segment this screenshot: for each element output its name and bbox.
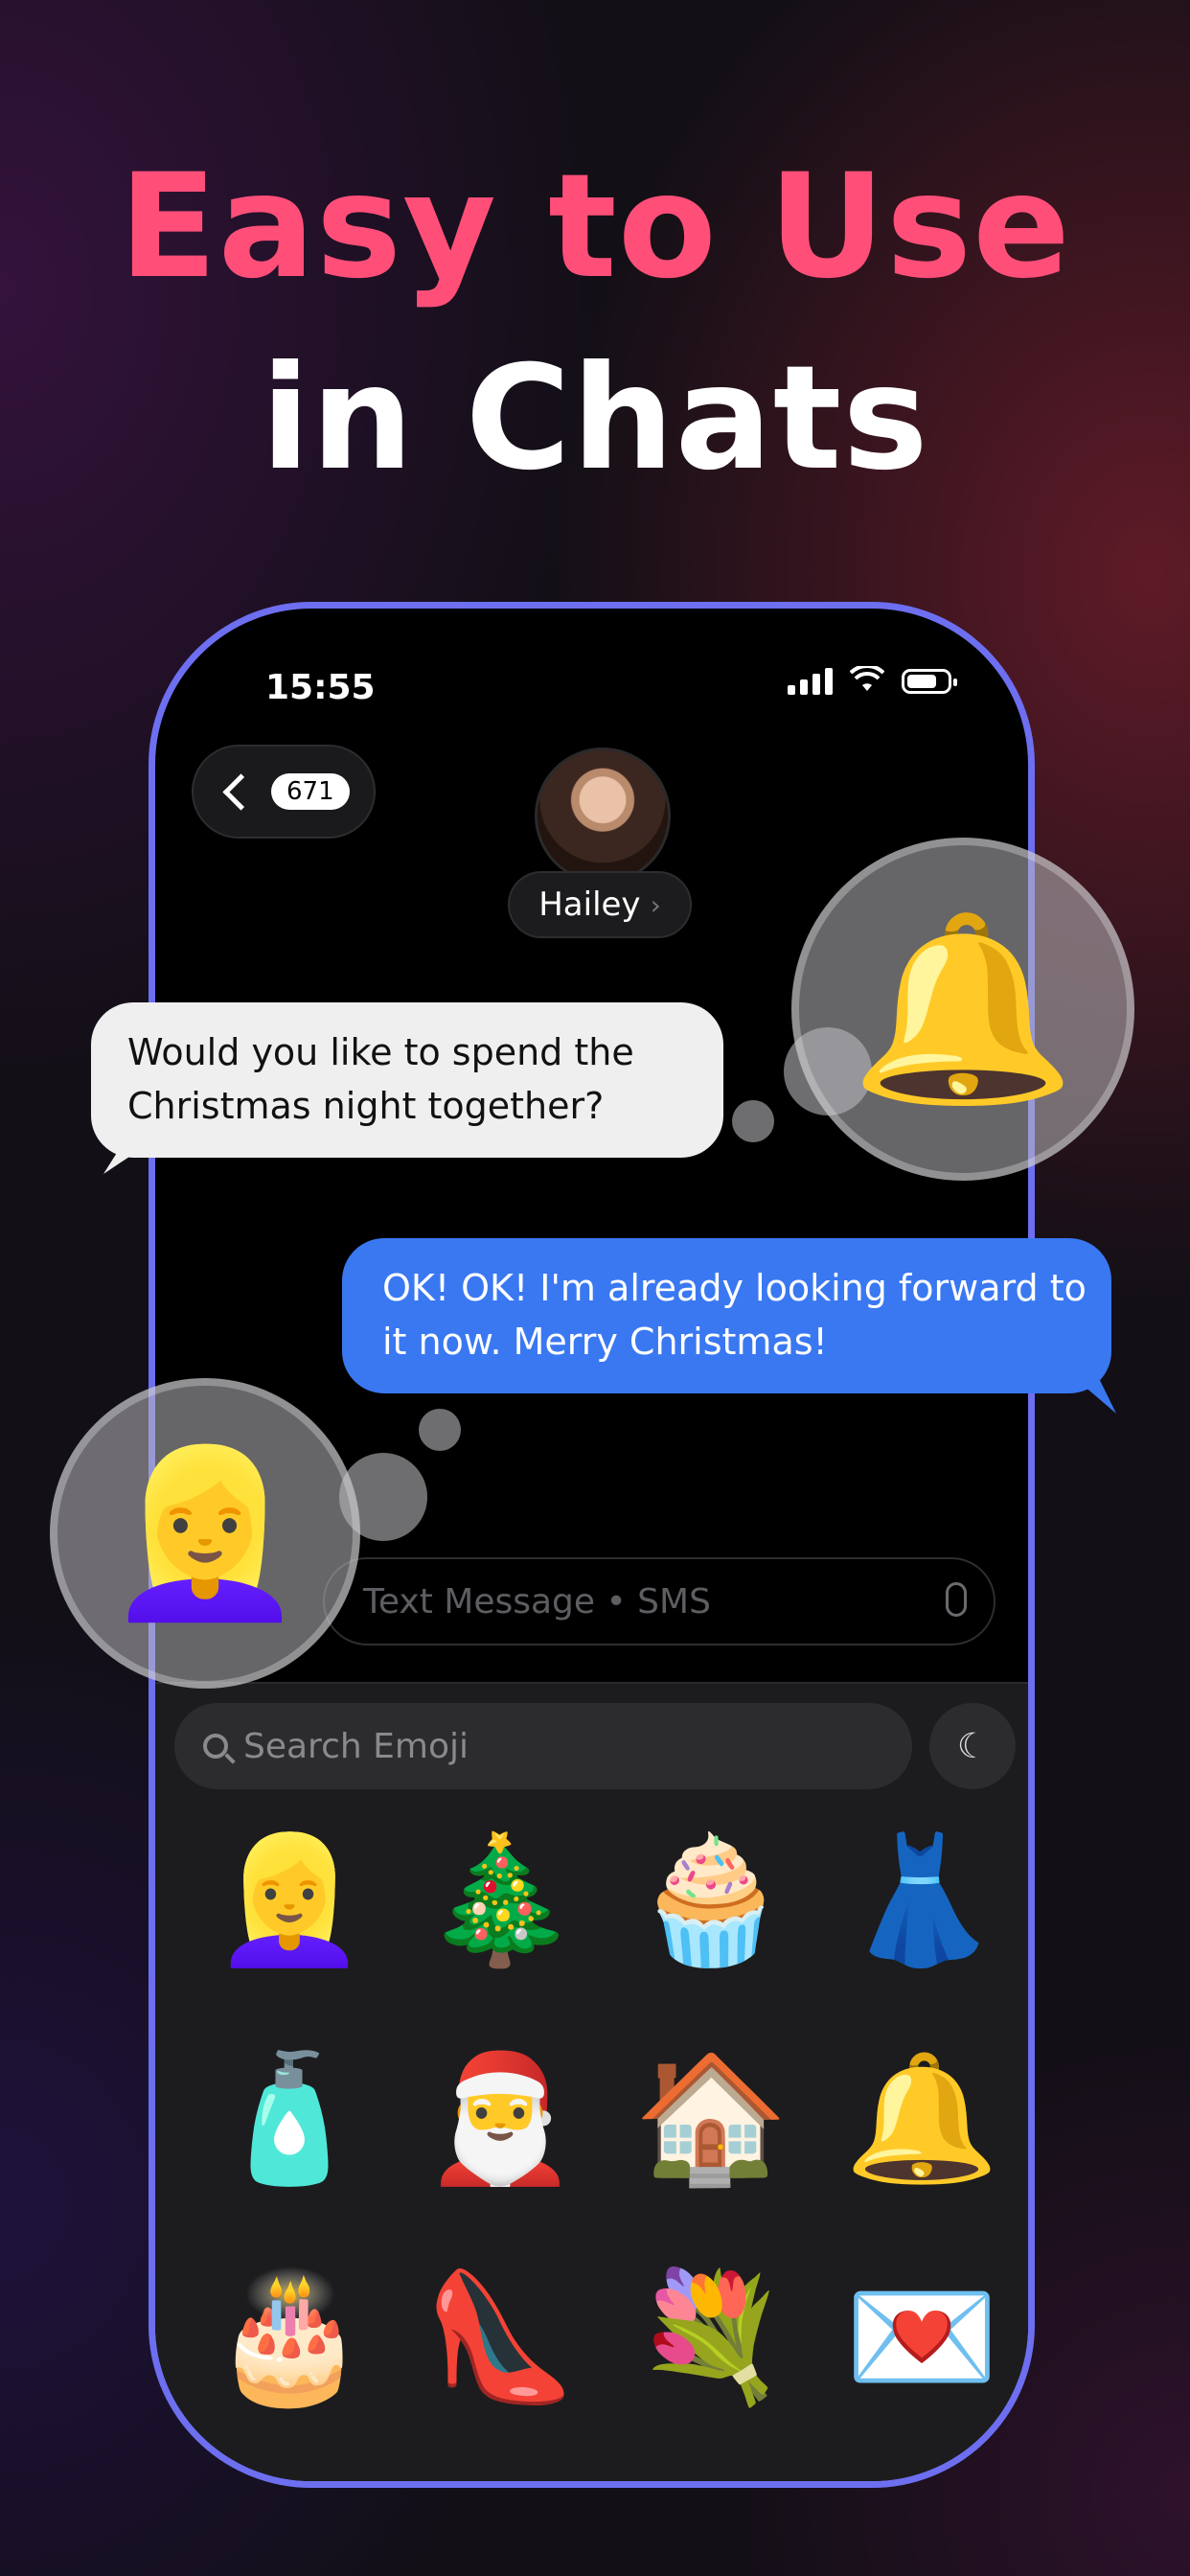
santa-girl-sticker: 👱‍♀️ <box>103 1438 307 1628</box>
outgoing-message-bubble: OK! OK! I'm already looking forward to i… <box>342 1238 1111 1393</box>
thought-bubble-santa-girl: 👱‍♀️ <box>50 1378 360 1689</box>
thought-bubble-bells: 🔔 <box>791 838 1134 1181</box>
sticker-item[interactable]: 🏠 <box>615 2032 807 2204</box>
search-emoji-placeholder: Search Emoji <box>243 1726 469 1766</box>
sticker-item[interactable]: 👗 <box>826 1813 1018 1986</box>
sticker-item[interactable]: 👠 <box>404 2250 596 2423</box>
wifi-icon <box>849 663 885 697</box>
status-icons <box>788 663 957 697</box>
sticker-item[interactable]: 🎄 <box>404 1813 596 1986</box>
thought-dot <box>732 1100 774 1142</box>
status-time: 15:55 <box>265 668 376 707</box>
sticker-item[interactable]: 🧴 <box>194 2032 385 2204</box>
sticker-item[interactable]: 🔔 <box>826 2032 1018 2204</box>
headline-line-2: in Chats <box>261 335 929 502</box>
sticker-item[interactable]: 🎅 <box>404 2032 596 2204</box>
sticker-icon: ☾ <box>956 1726 989 1766</box>
search-emoji-input[interactable]: Search Emoji <box>174 1703 912 1789</box>
unread-count-badge: 671 <box>271 773 350 810</box>
sticker-item[interactable]: 🎂 <box>194 2250 385 2423</box>
emoji-panel: Search Emoji ☾ 👱‍♀️ 🎄 🧁 👗 🧴 🎅 🏠 🔔 🎂 👠 💐 … <box>155 1682 1028 2481</box>
sticker-item[interactable]: 👱‍♀️ <box>194 1813 385 1986</box>
chevron-left-icon <box>222 772 260 811</box>
add-sticker-button[interactable]: ☾ <box>929 1703 1016 1789</box>
incoming-message-bubble: Would you like to spend the Christmas ni… <box>91 1002 723 1158</box>
message-input[interactable]: Text Message • SMS <box>323 1557 995 1645</box>
sticker-grid: 👱‍♀️ 🎄 🧁 👗 🧴 🎅 🏠 🔔 🎂 👠 💐 💌 <box>194 1813 1018 2423</box>
bells-sticker: 🔔 <box>849 902 1077 1115</box>
sticker-item[interactable]: 💐 <box>615 2250 807 2423</box>
message-input-placeholder: Text Message • SMS <box>363 1581 711 1622</box>
contact-name: Hailey <box>538 886 641 924</box>
contact-name-button[interactable]: Hailey › <box>508 871 692 938</box>
microphone-icon[interactable] <box>946 1582 967 1617</box>
chevron-right-icon: › <box>650 888 661 921</box>
search-icon <box>203 1734 228 1759</box>
thought-dot <box>419 1409 461 1451</box>
sticker-item[interactable]: 💌 <box>826 2250 1018 2423</box>
headline-line-1: Easy to Use <box>119 144 1071 310</box>
sticker-item[interactable]: 🧁 <box>615 1813 807 1986</box>
signal-icon <box>788 668 833 695</box>
battery-icon <box>902 669 957 694</box>
contact-avatar[interactable] <box>535 748 671 884</box>
back-button[interactable]: 671 <box>192 745 376 839</box>
